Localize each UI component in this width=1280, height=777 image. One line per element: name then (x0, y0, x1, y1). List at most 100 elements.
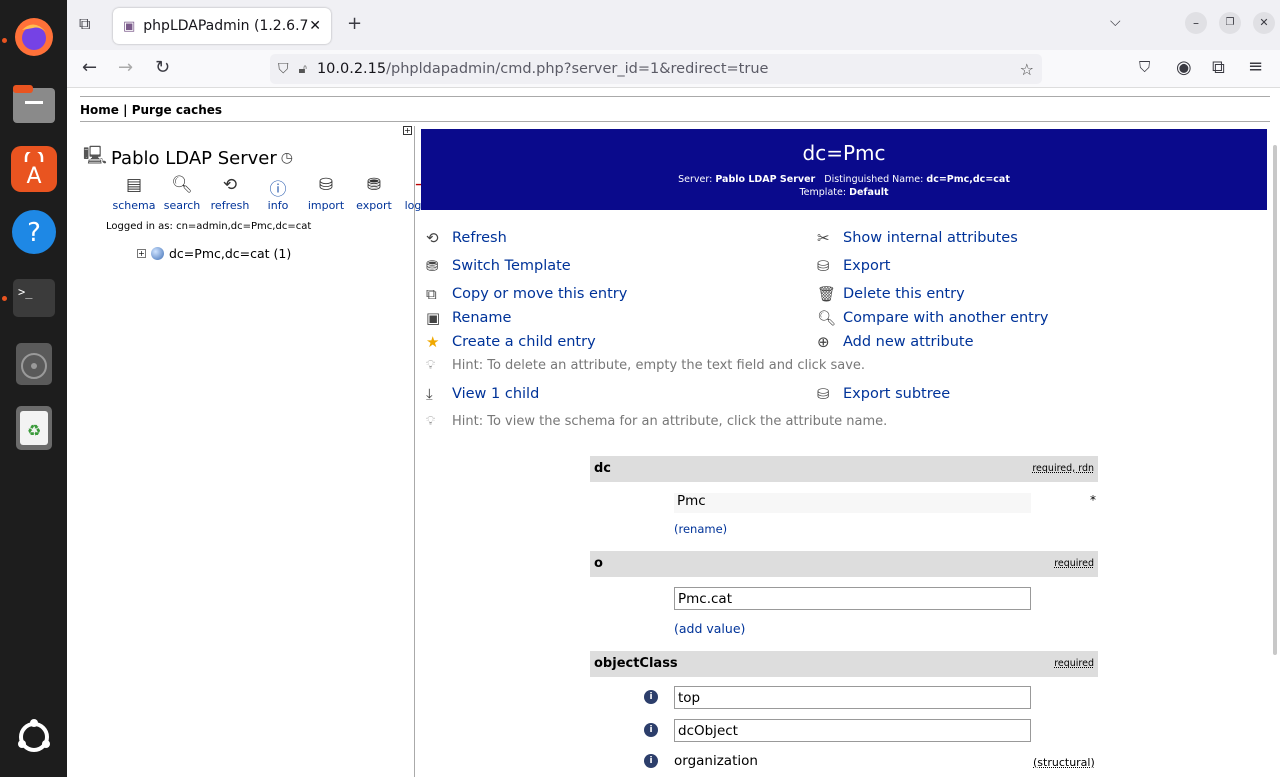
switch-template-action[interactable]: ⛃ Switch Template (426, 257, 571, 275)
menu-separator: | (123, 103, 128, 117)
tab-favicon-icon: ▣ (123, 18, 136, 34)
export-icon: ⛃ (366, 175, 382, 195)
info-icon[interactable]: i (644, 690, 658, 704)
bookmark-star-icon[interactable]: ☆ (1020, 60, 1034, 79)
star-icon: ★ (426, 333, 440, 351)
schema-button[interactable]: ▤ schema (110, 175, 158, 212)
entry-pane: dc=Pmc Server: Pablo LDAP Server Disting… (421, 129, 1267, 777)
refresh-label[interactable]: Refresh (452, 230, 507, 246)
create-child-action[interactable]: ★ Create a child entry (426, 333, 596, 351)
view-children-label[interactable]: View 1 child (452, 386, 539, 402)
export-subtree-action[interactable]: ⛁ Export subtree (817, 385, 950, 403)
attribute-name[interactable]: o (594, 556, 603, 571)
show-internal-action[interactable]: ✂ Show internal attributes (817, 229, 1018, 247)
tree-expand-icon[interactable]: + (137, 249, 146, 258)
close-window-icon[interactable]: ✕ (1253, 12, 1275, 34)
disk-icon[interactable] (11, 341, 57, 387)
objectclass-value-input[interactable]: dcObject (674, 719, 1031, 742)
files-icon[interactable] (11, 81, 57, 127)
compare-action[interactable]: 🔍︎ Compare with another entry (817, 309, 1048, 327)
info-button[interactable]: ⓘ info (254, 175, 302, 212)
home-link[interactable]: Home (80, 103, 119, 117)
svg-text:?: ? (27, 218, 41, 248)
tree-node-label[interactable]: dc=Pmc,dc=cat (1) (169, 246, 291, 261)
forward-arrow-icon[interactable]: → (118, 57, 133, 78)
tools-icon: ✂ (817, 229, 830, 247)
export-button[interactable]: ⛃ export (350, 175, 398, 212)
copy-icon: ⧉ (426, 285, 437, 303)
ubuntu-dock: A ? >_ ♻ (0, 0, 67, 777)
account-icon[interactable]: ◉ (1176, 57, 1192, 78)
template-label: Template: (799, 187, 847, 198)
svg-text:>_: >_ (18, 285, 33, 299)
tab-list-icon[interactable]: ⧉ (79, 14, 90, 34)
insecure-lock-icon[interactable]: 🔓︎ (299, 62, 307, 77)
add-value-link[interactable]: (add value) (674, 621, 745, 636)
o-value-input[interactable]: Pmc.cat (674, 587, 1031, 610)
attribute-flags: required (1054, 658, 1094, 669)
compare-label[interactable]: Compare with another entry (843, 310, 1048, 326)
rename-action[interactable]: ▣ Rename (426, 309, 511, 327)
export-subtree-label[interactable]: Export subtree (843, 386, 950, 402)
export-action[interactable]: ⛁ Export (817, 257, 890, 275)
switch-template-label[interactable]: Switch Template (452, 258, 571, 274)
add-attribute-action[interactable]: ⊕ Add new attribute (817, 333, 974, 351)
export-label[interactable]: Export (843, 258, 890, 274)
show-apps-icon[interactable] (11, 714, 57, 760)
tree-pane: 🖳 Pablo LDAP Server ◷ ▤ schema 🔍︎ search ⟲… (77, 126, 439, 777)
reload-icon[interactable]: ↻ (155, 57, 170, 78)
delete-action[interactable]: 🗑︎ Delete this entry (817, 285, 965, 303)
server-computer-icon: 🖳 (83, 145, 108, 166)
lightbulb-icon: 💡︎ (426, 414, 436, 429)
page-scrollbar[interactable] (1273, 145, 1277, 655)
rename-label[interactable]: Rename (452, 310, 511, 326)
search-button[interactable]: 🔍︎ search (158, 175, 206, 212)
attribute-name[interactable]: objectClass (594, 656, 678, 671)
show-internal-label[interactable]: Show internal attributes (843, 230, 1018, 246)
view-children-action[interactable]: ⤓ View 1 child (426, 385, 539, 403)
minimize-icon[interactable]: – (1185, 12, 1207, 34)
copy-move-action[interactable]: ⧉ Copy or move this entry (426, 285, 627, 303)
trash-icon[interactable]: ♻ (11, 405, 57, 451)
purge-caches-link[interactable]: Purge caches (132, 103, 222, 117)
menu-icon[interactable]: ≡ (1248, 56, 1263, 77)
info-icon[interactable]: i (644, 723, 658, 737)
template-value: Default (849, 187, 889, 198)
url-text: 10.0.2.15/phpldapadmin/cmd.php?server_id… (317, 61, 769, 77)
tree-node[interactable]: + dc=Pmc,dc=cat (1) (137, 246, 291, 261)
extensions-icon[interactable]: ⧉ (1212, 57, 1225, 78)
url-path: /phpldapadmin/cmd.php?server_id=1&redire… (386, 61, 769, 77)
browser-tab[interactable]: ▣ phpLDAPadmin (1.2.6.7) ✕ (113, 8, 331, 44)
help-icon[interactable]: ? (11, 209, 57, 255)
app-center-icon[interactable]: A (11, 146, 57, 192)
maximize-icon[interactable]: ❐ (1219, 12, 1241, 34)
refresh-icon: ⟲ (222, 175, 238, 195)
delete-label[interactable]: Delete this entry (843, 286, 965, 302)
info-icon[interactable]: i (644, 754, 658, 768)
logged-in-as: Logged in as: cn=admin,dc=Pmc,dc=cat (106, 221, 312, 232)
firefox-icon[interactable] (11, 14, 57, 60)
tab-overflow-chevron-down-icon[interactable]: ⌵ (1110, 14, 1121, 30)
import-button[interactable]: ⛁ import (302, 175, 350, 212)
attribute-name[interactable]: dc (594, 461, 611, 476)
attribute-header-objectclass: objectClass required (590, 651, 1098, 677)
trash-icon: 🗑︎ (817, 285, 837, 303)
terminal-icon[interactable]: >_ (11, 275, 57, 321)
add-attribute-label[interactable]: Add new attribute (843, 334, 974, 350)
rename-link[interactable]: (rename) (674, 522, 727, 536)
required-marker: * (1090, 493, 1096, 507)
pocket-icon[interactable]: ⛉ (1139, 58, 1150, 76)
hint-delete-text: Hint: To delete an attribute, empty the … (452, 358, 866, 373)
info-icon: ⓘ (269, 180, 287, 200)
refresh-action[interactable]: ⟲ Refresh (426, 229, 507, 247)
refresh-button[interactable]: ⟲ refresh (206, 175, 254, 212)
back-arrow-icon[interactable]: ← (82, 57, 97, 78)
create-child-label[interactable]: Create a child entry (452, 334, 596, 350)
objectclass-value-input[interactable]: top (674, 686, 1031, 709)
new-tab-icon[interactable]: + (347, 13, 362, 34)
copy-move-label[interactable]: Copy or move this entry (452, 286, 627, 302)
tab-close-icon[interactable]: ✕ (309, 18, 321, 34)
url-bar[interactable]: ⛉ 🔓︎ 10.0.2.15/phpldapadmin/cmd.php?serv… (270, 54, 1042, 84)
shield-icon[interactable]: ⛉ (278, 61, 289, 77)
dc-value: Pmc (674, 493, 1031, 513)
